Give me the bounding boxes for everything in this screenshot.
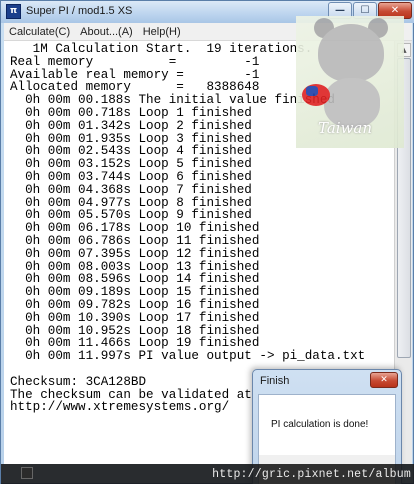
- console-line: 0h 00m 03.744s Loop 6 finished: [10, 169, 252, 184]
- menu-about[interactable]: About...(A): [75, 23, 138, 41]
- bottom-watermark-bar: http://gric.pixnet.net/album: [1, 464, 414, 484]
- menu-help[interactable]: Help(H): [138, 23, 186, 41]
- dialog-message: PI calculation is done!: [271, 419, 369, 430]
- console-line: 0h 00m 07.395s Loop 12 finished: [10, 246, 260, 261]
- mascot-label: Taiwan: [318, 119, 373, 137]
- dialog-close-button[interactable]: ✕: [370, 372, 398, 388]
- menu-calculate[interactable]: Calculate(C): [4, 23, 75, 41]
- mascot-watermark: Taiwan: [296, 16, 404, 148]
- flag-canton: [306, 86, 318, 96]
- pi-icon[interactable]: π: [6, 4, 21, 19]
- console-line: 0h 00m 04.368s Loop 7 finished: [10, 182, 252, 197]
- dialog-title: Finish: [260, 375, 290, 387]
- console-line: 0h 00m 11.997s PI value output -> pi_dat…: [10, 349, 366, 364]
- mascot-head: [318, 24, 384, 82]
- console-line: 0h 00m 06.786s Loop 11 finished: [10, 233, 260, 248]
- watermark-url: http://gric.pixnet.net/album: [212, 468, 411, 481]
- console-line: 0h 00m 10.390s Loop 17 finished: [10, 310, 260, 325]
- main-window: π Super PI / mod1.5 XS — ☐ ✕ Calculate(C…: [0, 0, 414, 484]
- console-line: 0h 00m 09.782s Loop 16 finished: [10, 297, 260, 312]
- window-title: Super PI / mod1.5 XS: [26, 5, 133, 17]
- resize-grip[interactable]: [21, 467, 33, 479]
